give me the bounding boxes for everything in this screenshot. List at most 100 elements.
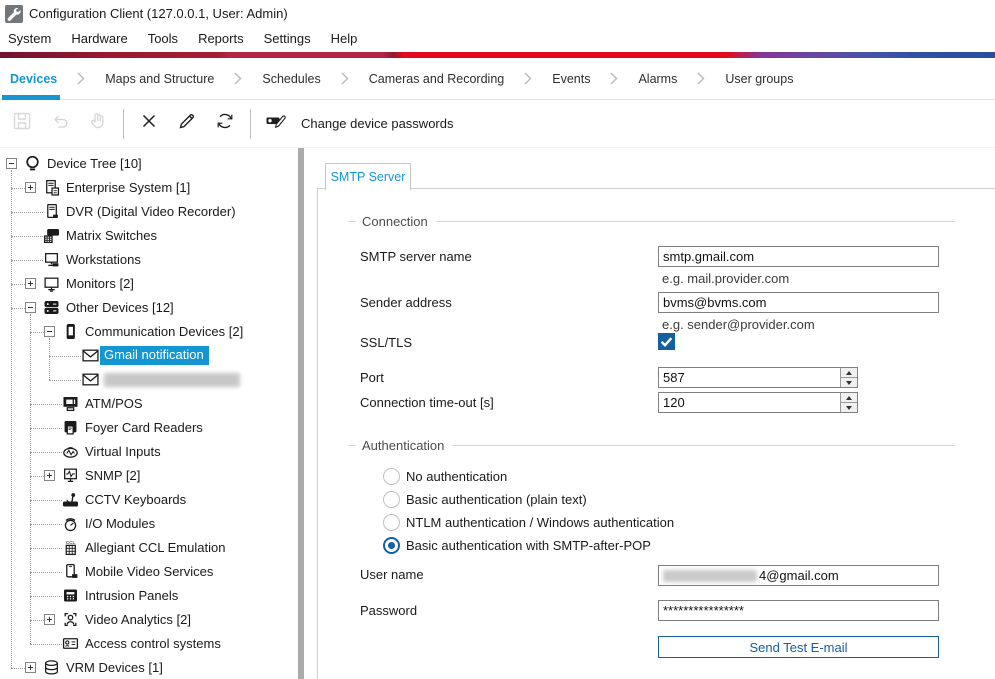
undo-icon <box>49 110 71 137</box>
undo-button <box>41 107 79 141</box>
expand-plus-icon[interactable] <box>25 662 36 673</box>
window-title: Configuration Client (127.0.0.1, User: A… <box>29 6 288 21</box>
menu-help[interactable]: Help <box>321 26 368 52</box>
refresh-button[interactable] <box>206 107 244 141</box>
menu-settings[interactable]: Settings <box>254 26 321 52</box>
expand-plus-icon[interactable] <box>44 614 55 625</box>
password-input[interactable] <box>658 600 939 621</box>
virtual-inputs-icon <box>62 443 81 461</box>
save-icon <box>11 110 33 137</box>
tree-item-email-device-redacted[interactable] <box>0 368 298 392</box>
tree-item-video-analytics[interactable]: Video Analytics [2] <box>0 608 298 632</box>
nav-tab-user-groups[interactable]: User groups <box>718 72 800 86</box>
send-test-email-button[interactable]: Send Test E-mail <box>658 636 939 658</box>
port-spin-down-icon[interactable] <box>841 377 857 387</box>
nav-tab-maps-and-structure[interactable]: Maps and Structure <box>98 72 221 86</box>
menu-hardware[interactable]: Hardware <box>61 26 137 52</box>
tree-item-dvr[interactable]: DVR (Digital Video Recorder) <box>0 200 298 224</box>
mobile-video-icon <box>62 563 81 581</box>
key-pencil-icon <box>265 110 287 137</box>
timeout-spin-down-icon[interactable] <box>841 402 857 412</box>
atm-pos-icon <box>62 395 81 413</box>
ssl-tls-checkbox[interactable] <box>658 333 675 350</box>
password-label: Password <box>360 603 417 618</box>
tree-item-label: Access control systems <box>85 636 221 652</box>
port-input[interactable] <box>659 368 840 387</box>
tree-connector-line <box>11 212 43 213</box>
chevron-right-icon <box>610 72 618 85</box>
tree-connector-line <box>30 500 62 501</box>
tree-item-access-control-systems[interactable]: Access control systems <box>0 632 298 656</box>
tree-item-snmp[interactable]: SNMP [2] <box>0 464 298 488</box>
tree-item-vrm-devices[interactable]: VRM Devices [1] <box>0 656 298 679</box>
hand-icon <box>87 110 109 137</box>
user-name-label: User name <box>360 567 424 582</box>
matrix-switches-icon <box>43 227 62 245</box>
tree-item-communication-devices[interactable]: Communication Devices [2] <box>0 320 298 344</box>
radio-unselected[interactable] <box>383 491 400 508</box>
tree-item-label: Other Devices [12] <box>66 300 174 316</box>
nav-tab-events[interactable]: Events <box>545 72 597 86</box>
tree-item-label: Communication Devices [2] <box>85 324 243 340</box>
menu-tools[interactable]: Tools <box>138 26 188 52</box>
nav-tab-devices[interactable]: Devices <box>0 72 64 86</box>
change-passwords-button[interactable] <box>257 107 295 141</box>
nav-tab-cameras-and-recording[interactable]: Cameras and Recording <box>362 72 512 86</box>
tree-item-allegiant-ccl[interactable]: CCLAllegiant CCL Emulation <box>0 536 298 560</box>
port-spin-up-icon[interactable] <box>841 368 857 377</box>
tree-item-device-tree[interactable]: Device Tree [10] <box>0 152 298 176</box>
tree-item-io-modules[interactable]: I/O Modules <box>0 512 298 536</box>
edit-button[interactable] <box>168 107 206 141</box>
radio-unselected[interactable] <box>383 468 400 485</box>
tree-item-workstations[interactable]: Workstations <box>0 248 298 272</box>
redacted-user-name-prefix <box>663 570 757 582</box>
radio-unselected[interactable] <box>383 514 400 531</box>
tree-connector-line <box>30 620 44 621</box>
tree-item-monitors[interactable]: Monitors [2] <box>0 272 298 296</box>
tree-item-matrix-switches[interactable]: Matrix Switches <box>0 224 298 248</box>
tree-connector-line <box>49 380 81 381</box>
expand-plus-icon[interactable] <box>25 182 36 193</box>
tree-item-label: SNMP [2] <box>85 468 140 484</box>
tree-item-gmail-notification[interactable]: Gmail notification <box>0 344 298 368</box>
timeout-input[interactable] <box>659 393 840 412</box>
io-module-icon <box>62 515 81 533</box>
tree-item-virtual-inputs[interactable]: Virtual Inputs <box>0 440 298 464</box>
tree-item-label: ATM/POS <box>85 396 143 412</box>
tree-item-label: Workstations <box>66 252 141 268</box>
menu-system[interactable]: System <box>0 26 61 52</box>
user-name-input[interactable]: 4@gmail.com <box>658 565 939 586</box>
timeout-spin-up-icon[interactable] <box>841 393 857 402</box>
tree-connector-line <box>30 452 62 453</box>
expand-plus-icon[interactable] <box>25 278 36 289</box>
nav-tab-schedules[interactable]: Schedules <box>255 72 327 86</box>
workstation-icon <box>43 251 62 269</box>
collapse-minus-icon[interactable] <box>25 302 36 313</box>
nav-tab-alarms[interactable]: Alarms <box>631 72 684 86</box>
tree-item-enterprise-system[interactable]: Enterprise System [1] <box>0 176 298 200</box>
pane-splitter[interactable] <box>298 148 304 679</box>
group-authentication: Authentication <box>348 437 955 453</box>
communication-device-icon <box>62 323 81 341</box>
tree-item-intrusion-panels[interactable]: Intrusion Panels <box>0 584 298 608</box>
delete-button[interactable] <box>130 107 168 141</box>
port-label: Port <box>360 370 384 385</box>
tree-item-label: Video Analytics [2] <box>85 612 191 628</box>
device-tree: Device Tree [10]Enterprise System [1]DVR… <box>0 148 298 679</box>
sender-address-input[interactable] <box>658 292 939 313</box>
tab-smtp-server[interactable]: SMTP Server <box>325 163 411 190</box>
expand-plus-icon[interactable] <box>44 470 55 481</box>
tree-connector-line <box>30 428 62 429</box>
collapse-minus-icon[interactable] <box>44 326 55 337</box>
menu-reports[interactable]: Reports <box>188 26 254 52</box>
tree-item-foyer-card-readers[interactable]: Foyer Card Readers <box>0 416 298 440</box>
tree-item-mobile-video-services[interactable]: Mobile Video Services <box>0 560 298 584</box>
tree-item-cctv-keyboards[interactable]: CCTV Keyboards <box>0 488 298 512</box>
smtp-server-name-input[interactable] <box>658 246 939 267</box>
radio-selected[interactable] <box>383 537 400 554</box>
tree-item-other-devices[interactable]: Other Devices [12] <box>0 296 298 320</box>
titlebar: Configuration Client (127.0.0.1, User: A… <box>0 0 995 26</box>
chevron-right-icon <box>77 72 85 85</box>
tree-item-atm-pos[interactable]: ATM/POS <box>0 392 298 416</box>
collapse-minus-icon[interactable] <box>6 158 17 169</box>
